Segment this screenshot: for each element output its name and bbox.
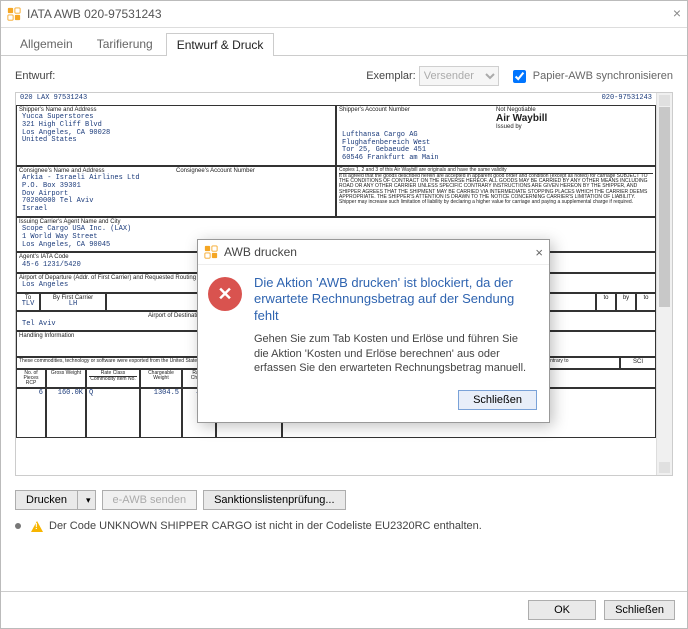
main-window: IATA AWB 020-97531243 × Allgemein Tarifi… [0, 0, 688, 629]
dialog-titlebar: AWB drucken × [198, 240, 549, 265]
consignee-acct-label: Consignee's Account Number [176, 168, 333, 175]
sci-label: SCI [623, 359, 653, 366]
agent-name: Scope Cargo USA Inc. (LAX) [22, 226, 650, 234]
issued-by: Issued by [496, 124, 653, 131]
scroll-thumb[interactable] [659, 107, 670, 307]
dialog-headline: Die Aktion 'AWB drucken' ist blockiert, … [254, 275, 535, 324]
action-buttons: Drucken ▾ e-AWB senden Sanktionslistenpr… [15, 490, 673, 510]
error-icon [208, 277, 242, 311]
warning-line: Der Code UNKNOWN SHIPPER CARGO ist nicht… [15, 520, 673, 532]
hdr-pieces: No. of Pieces RCP [16, 369, 46, 388]
dialog-body: Die Aktion 'AWB drucken' ist blockiert, … [198, 265, 549, 390]
drucken-split-button[interactable]: Drucken ▾ [15, 490, 96, 510]
not-negotiable: Not Negotiable [496, 107, 653, 114]
dialog-footer: Schließen [198, 390, 549, 422]
tab-allgemein[interactable]: Allgemein [9, 32, 84, 55]
air-waybill-label: Air Waybill [496, 113, 653, 124]
shipper-label: Shipper's Name and Address [19, 107, 333, 114]
cell-rateclass: Q [86, 388, 140, 438]
by2-label: by [619, 295, 633, 302]
dialog-close-button[interactable]: Schließen [458, 390, 537, 410]
ok-button[interactable]: OK [528, 600, 596, 620]
entwurf-label: Entwurf: [15, 70, 55, 82]
tab-bar: Allgemein Tarifierung Entwurf & Druck [1, 28, 687, 56]
carrier-l3: 60546 Frankfurt am Main [342, 155, 650, 163]
window-close-icon[interactable]: × [673, 5, 681, 21]
consignee-l4: Israel [22, 206, 330, 214]
dialog-close-icon[interactable]: × [535, 245, 543, 260]
agent-label: Issuing Carrier's Agent Name and City [19, 219, 653, 226]
sync-checkbox-label: Papier-AWB synchronisieren [533, 70, 673, 82]
app-icon [7, 7, 21, 21]
tab-entwurf-druck[interactable]: Entwurf & Druck [166, 33, 275, 56]
exemplar-label: Exemplar: [366, 70, 416, 82]
schliessen-button[interactable]: Schließen [604, 600, 675, 620]
consignee-label: Consignee's Name and Address [19, 168, 176, 175]
chevron-down-icon: ▾ [86, 495, 91, 505]
to3-label: to [639, 295, 653, 302]
warning-text: Der Code UNKNOWN SHIPPER CARGO ist nicht… [49, 520, 482, 532]
sync-checkbox-input[interactable] [513, 70, 526, 83]
exemplar-select[interactable]: Versender [419, 66, 499, 86]
to2-label: to [599, 295, 613, 302]
awb-topright: 020-97531243 [602, 95, 652, 103]
shipper-acct-label: Shipper's Account Number [339, 107, 496, 131]
dialog-title: AWB drucken [224, 245, 297, 259]
print-blocked-dialog: AWB drucken × Die Aktion 'AWB drucken' i… [197, 239, 550, 423]
cell-pieces: 6 [16, 388, 46, 438]
hdr-gross: Gross Weight [46, 369, 86, 388]
shipper-l3: United States [22, 137, 330, 145]
warning-icon [31, 521, 43, 532]
dialog-detail: Gehen Sie zum Tab Kosten und Erlöse und … [254, 332, 535, 377]
dialog-footer: OK Schließen [1, 591, 687, 628]
consignee-l3: 70200000 Tel Aviv [22, 198, 330, 206]
window-title: IATA AWB 020-97531243 [27, 7, 162, 21]
sanktion-button[interactable]: Sanktionslistenprüfung... [203, 490, 345, 510]
awb-topleft: 020 LAX 97531243 [20, 95, 87, 103]
cell-gross: 160.0K [46, 388, 86, 438]
routing-by1: LH [43, 301, 103, 309]
hdr-commodity: Commodity Item No. [89, 377, 137, 382]
bullet-icon [15, 523, 21, 529]
routing-to1: TLV [19, 301, 37, 309]
cell-chargeable: 1304.5 [140, 388, 182, 438]
tab-tarifierung[interactable]: Tarifierung [86, 32, 164, 55]
drucken-button[interactable]: Drucken [15, 490, 77, 510]
consignee-l1: P.O. Box 39301 [22, 183, 330, 191]
agreement-text: It is agreed that the goods described he… [339, 174, 653, 206]
titlebar: IATA AWB 020-97531243 × [1, 1, 687, 28]
preview-scrollbar[interactable] [656, 93, 672, 475]
sync-checkbox[interactable]: Papier-AWB synchronisieren [509, 67, 673, 86]
hdr-chargeable: Chargeable Weight [140, 369, 182, 388]
eawb-button[interactable]: e-AWB senden [102, 490, 198, 510]
preview-toolbar: Entwurf: Exemplar: Versender Papier-AWB … [15, 66, 673, 86]
drucken-dropdown[interactable]: ▾ [77, 490, 96, 510]
app-icon [204, 245, 218, 259]
